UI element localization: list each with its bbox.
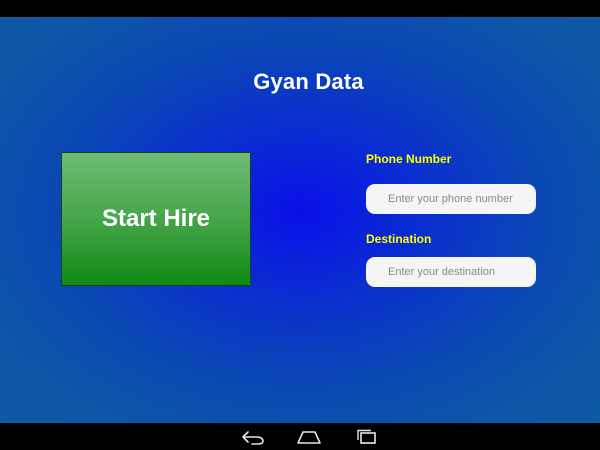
home-button[interactable] <box>294 427 324 447</box>
navigation-bar <box>0 423 600 450</box>
back-button[interactable] <box>238 427 268 447</box>
phone-number-input[interactable] <box>366 184 536 214</box>
phone-number-label: Phone Number <box>366 152 452 166</box>
destination-input[interactable] <box>366 257 536 287</box>
destination-label: Destination <box>366 232 432 246</box>
recents-button[interactable] <box>351 427 381 447</box>
back-icon <box>242 431 264 445</box>
status-bar <box>0 0 600 17</box>
recents-icon <box>357 429 376 444</box>
app-screen: Gyan Data Start Hire Phone Number Destin… <box>0 17 600 423</box>
start-hire-button[interactable]: Start Hire <box>61 152 251 286</box>
home-icon <box>297 431 321 444</box>
app-title: Gyan Data <box>253 69 364 94</box>
